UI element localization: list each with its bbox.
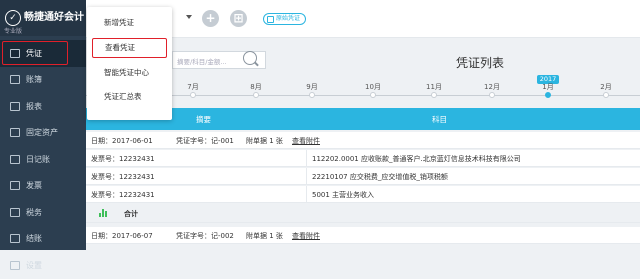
closing-icon: [10, 234, 20, 244]
sidebar: ✓ 畅捷通好会计 专业版 凭证 账簿 报表 固定资产 日记账 发票 税务 结账 …: [0, 0, 86, 270]
logo[interactable]: ✓ 畅捷通好会计 专业版: [0, 0, 86, 36]
column-divider: [306, 186, 307, 203]
timeline-month[interactable]: 11月: [419, 82, 449, 92]
page-title: 凭证列表: [456, 56, 505, 70]
bar-chart-icon: [99, 209, 108, 217]
row-account: 22210107 应交税费_应交增值税_销项税额: [312, 173, 448, 181]
sidebar-item-label: 账簿: [26, 75, 42, 85]
voucher-icon: [10, 48, 20, 58]
timeline-month[interactable]: 12月: [477, 82, 507, 92]
chevron-down-icon[interactable]: [186, 15, 192, 19]
column-header-account: 科目: [432, 115, 447, 124]
sidebar-item-reports[interactable]: 报表: [0, 93, 86, 120]
menu-item-smart-voucher-center[interactable]: 智能凭证中心: [92, 63, 167, 83]
row-summary: 发票号：12232431: [91, 173, 155, 181]
timeline-month[interactable]: 9月: [297, 82, 327, 92]
sidebar-item-tax[interactable]: 税务: [0, 199, 86, 226]
original-voucher-tag[interactable]: 原始凭证: [263, 13, 307, 25]
logo-subtitle: 专业版: [4, 28, 23, 35]
column-header-summary: 摘要: [196, 115, 211, 124]
grid-button[interactable]: ⊞: [230, 10, 247, 27]
total-row: 合计: [86, 205, 640, 223]
sidebar-item-ledger[interactable]: 账簿: [0, 67, 86, 94]
invoice-icon: [10, 181, 20, 191]
table-row[interactable]: 发票号：12232431 112202.0001 应收账款_普通客户.北京蓝灯信…: [86, 150, 640, 167]
column-divider: [306, 150, 307, 167]
voucher-number: 凭证字号：记-001: [176, 137, 234, 145]
menu-item-new-voucher[interactable]: 新增凭证: [92, 13, 167, 33]
row-account: 5001 主营业务收入: [312, 191, 375, 199]
timeline-dot-active[interactable]: [545, 92, 551, 98]
row-account: 112202.0001 应收账款_普通客户.北京蓝灯信息技术科技有限公司: [312, 155, 521, 163]
sidebar-item-label: 日记账: [26, 154, 50, 164]
view-attachment-link[interactable]: 查看附件: [292, 136, 320, 146]
add-button[interactable]: +: [202, 10, 219, 27]
sidebar-item-label: 结账: [26, 234, 42, 244]
timeline-dot[interactable]: [489, 92, 495, 98]
sidebar-item-journal[interactable]: 日记账: [0, 146, 86, 173]
voucher-attach-count: 附单据 1 张: [246, 137, 283, 145]
timeline-dot[interactable]: [370, 92, 376, 98]
timeline-dot[interactable]: [253, 92, 259, 98]
menu-item-voucher-summary[interactable]: 凭证汇总表: [92, 87, 167, 107]
sidebar-item-closing[interactable]: 结账: [0, 226, 86, 253]
timeline-month[interactable]: 8月: [241, 82, 271, 92]
table-row[interactable]: 发票号：12232431 22210107 应交税费_应交增值税_销项税额: [86, 168, 640, 185]
timeline-dot[interactable]: [431, 92, 437, 98]
gear-icon: [10, 260, 20, 270]
voucher-dropdown-menu: 新增凭证 查看凭证 智能凭证中心 凭证汇总表: [87, 7, 172, 120]
logo-text: 畅捷通好会计: [24, 12, 84, 23]
logo-icon: ✓: [5, 10, 21, 26]
calendar-icon: [10, 154, 20, 164]
tax-icon: [10, 207, 20, 217]
voucher-info-row: 日期：2017-06-07 凭证字号：记-002 附单据 1 张 查看附件: [86, 227, 640, 244]
row-summary: 发票号：12232431: [91, 191, 155, 199]
sidebar-item-label: 税务: [26, 207, 42, 217]
timeline-dot[interactable]: [190, 92, 196, 98]
sidebar-item-invoice[interactable]: 发票: [0, 173, 86, 200]
voucher-number: 凭证字号：记-002: [176, 232, 234, 240]
voucher-date: 日期：2017-06-07: [91, 232, 153, 240]
search-icon[interactable]: [243, 51, 257, 65]
column-divider: [306, 168, 307, 185]
timeline-dot[interactable]: [309, 92, 315, 98]
timeline-month[interactable]: 7月: [178, 82, 208, 92]
table-row[interactable]: 发票号：12232431 5001 主营业务收入: [86, 186, 640, 203]
search-placeholder: 摘要/科目/金额...: [177, 58, 227, 66]
voucher-attach-count: 附单据 1 张: [246, 232, 283, 240]
sidebar-item-label: 设置: [26, 260, 42, 270]
timeline-month[interactable]: 2月: [591, 82, 621, 92]
timeline-dot[interactable]: [603, 92, 609, 98]
row-summary: 发票号：12232431: [91, 155, 155, 163]
sidebar-item-label: 固定资产: [26, 128, 58, 138]
menu-item-view-voucher[interactable]: 查看凭证: [92, 38, 167, 58]
ledger-icon: [10, 75, 20, 85]
sidebar-item-settings[interactable]: 设置: [0, 252, 86, 279]
view-attachment-link[interactable]: 查看附件: [292, 231, 320, 241]
timeline-month[interactable]: 10月: [358, 82, 388, 92]
timeline-month-active[interactable]: 1月: [533, 82, 563, 92]
chart-icon: [10, 101, 20, 111]
sidebar-item-fixed-assets[interactable]: 固定资产: [0, 120, 86, 147]
sidebar-item-label: 报表: [26, 101, 42, 111]
sidebar-item-label: 发票: [26, 181, 42, 191]
voucher-date: 日期：2017-06-01: [91, 137, 153, 145]
total-label: 合计: [124, 210, 138, 218]
sidebar-item-voucher[interactable]: 凭证: [0, 40, 86, 67]
voucher-info-row: 日期：2017-06-01 凭证字号：记-001 附单据 1 张 查看附件: [86, 132, 640, 149]
assets-icon: [10, 128, 20, 138]
